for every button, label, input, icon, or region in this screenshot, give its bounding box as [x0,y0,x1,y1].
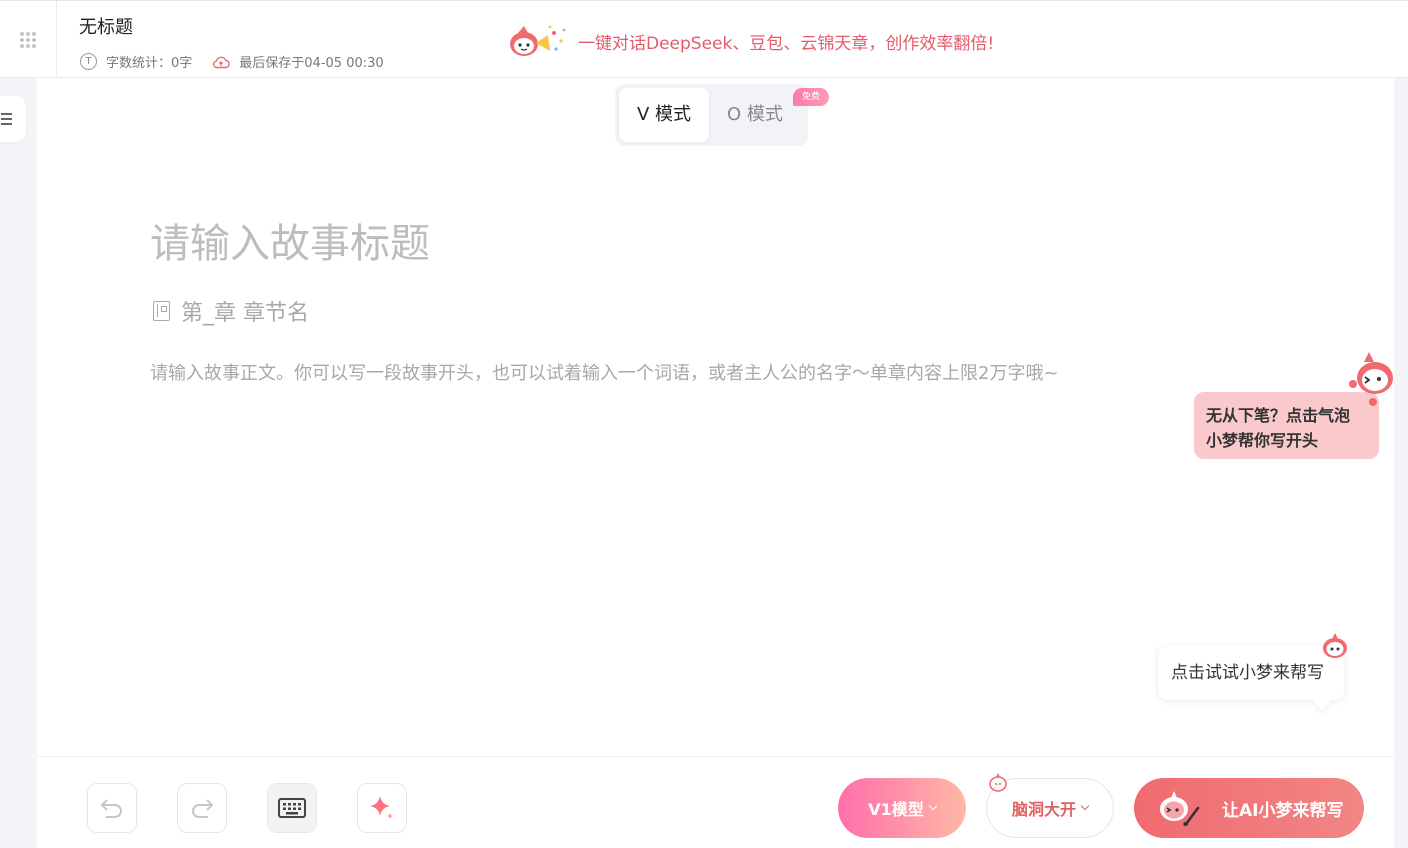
document-title[interactable]: 无标题 [79,13,133,39]
undo-button[interactable] [87,783,137,833]
word-count-text: 字数统计：0字 [106,56,193,71]
chevron-down-icon [928,801,938,811]
model-select-button[interactable]: V1模型 [838,778,966,838]
document-meta: T 字数统计：0字 最后保存于04-05 00:30 [80,52,384,71]
chevron-down-icon [1080,801,1090,811]
redo-icon [192,799,214,818]
ai-write-label: 让AI小梦来帮写 [1222,800,1344,821]
deepseek-promo-banner[interactable]: 一键对话DeepSeek、豆包、云锦天章，创作效率翻倍! [506,21,994,61]
tab-v-mode[interactable]: V 模式 [619,88,710,142]
grip-icon [20,31,36,48]
book-icon [153,301,170,321]
mascot-icon [1323,633,1347,658]
story-title-input[interactable]: 请输入故事标题 [150,211,430,269]
chapter-placeholder: 第_章 章节名 [181,301,309,326]
editor-panel: V 模式 O 模式 免费 请输入故事标题 第_章 章节名 请输入故事正文。你可以… [37,78,1394,848]
mascot-icon [1160,791,1200,826]
sparkle-icon [370,796,393,819]
ai-write-button[interactable]: 让AI小梦来帮写 [1134,778,1364,838]
try-ai-bubble[interactable]: 点击试试小梦来帮写 [1158,646,1344,700]
word-count-icon: T [80,53,97,70]
mode-switch: V 模式 O 模式 [615,84,808,146]
cloud-save-icon [213,56,231,68]
ai-sparkle-button[interactable] [357,783,407,833]
chapter-name-input[interactable]: 第_章 章节名 [153,295,309,327]
redo-button[interactable] [177,783,227,833]
save-status: 最后保存于04-05 00:30 [212,52,384,71]
mascot-icon [510,25,566,56]
model-label: V1模型 [868,800,924,819]
story-body-input[interactable]: 请输入故事正文。你可以写一段故事开头，也可以试着输入一个词语，或者主人公的名字～… [150,359,1059,385]
free-badge: 免费 [793,88,829,106]
promo-text: 一键对话DeepSeek、豆包、云锦天章，创作效率翻倍! [578,33,995,54]
word-count: T 字数统计：0字 [80,52,192,71]
save-status-text: 最后保存于04-05 00:30 [239,56,384,71]
top-header: 无标题 T 字数统计：0字 最后保存于04-05 00:30 一键对话DeepS… [0,0,1408,78]
mascot-icon [1349,352,1393,406]
tab-o-mode[interactable]: O 模式 [709,88,801,142]
bottom-toolbar: V1模型 脑洞大开 让AI小梦来帮写 [37,756,1394,848]
mascot-icon [989,773,1007,792]
menu-icon [1,113,12,125]
brainstorm-label: 脑洞大开 [1011,800,1076,819]
keyboard-icon [278,798,306,818]
undo-icon [100,799,122,818]
sidebar-toggle-button[interactable] [0,96,26,142]
keyboard-button[interactable] [267,783,317,833]
hint-line-2: 小梦帮你写开头 [1206,431,1319,450]
app-menu-button[interactable] [0,1,57,78]
